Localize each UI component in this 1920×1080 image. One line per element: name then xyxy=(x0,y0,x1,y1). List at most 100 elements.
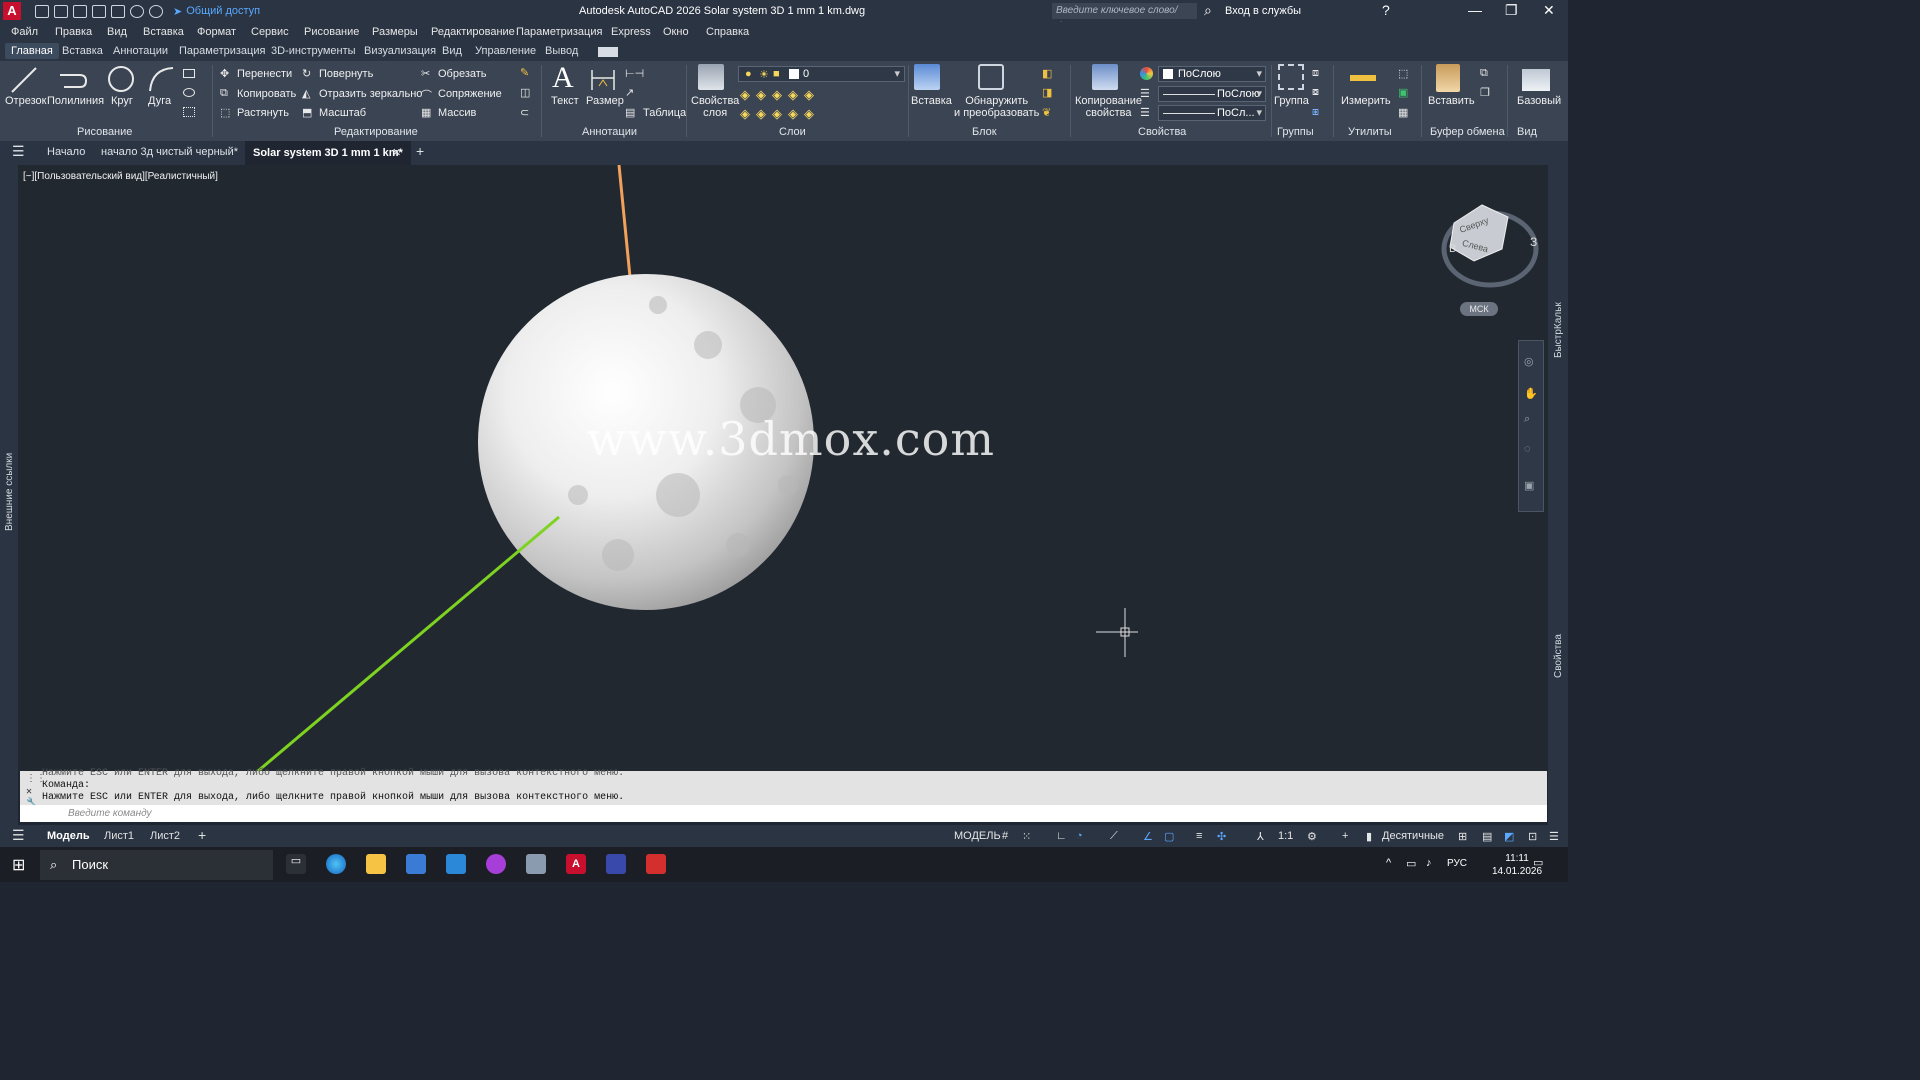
polyline-button-label[interactable]: Полилиния xyxy=(47,95,104,107)
group-select-icon[interactable]: ⧆ xyxy=(1312,106,1319,119)
help-icon[interactable]: ? xyxy=(1382,2,1390,18)
block-panel-label[interactable]: Блок xyxy=(972,126,997,138)
modify-panel-label[interactable]: Редактирование xyxy=(334,126,418,138)
line-button-label[interactable]: Отрезок xyxy=(5,95,46,107)
pdf-app-icon[interactable] xyxy=(646,854,666,874)
hamburger-menu-icon[interactable]: ☰ xyxy=(12,143,25,160)
language-indicator[interactable]: РУС xyxy=(1447,858,1467,869)
utilities-panel-label[interactable]: Утилиты xyxy=(1348,126,1392,138)
minimize-icon[interactable]: — xyxy=(1468,2,1482,18)
sign-in-button[interactable]: Вход в службы xyxy=(1225,5,1301,17)
hatch-icon[interactable] xyxy=(183,107,195,117)
add-layout-icon[interactable]: + xyxy=(198,827,206,843)
match-properties-icon[interactable] xyxy=(1092,64,1118,90)
new-tab-icon[interactable]: + xyxy=(416,143,424,159)
hardware-accel-icon[interactable]: ◩ xyxy=(1504,830,1514,843)
ellipse-icon[interactable] xyxy=(183,88,195,97)
quick-select-icon[interactable]: ▣ xyxy=(1398,86,1408,99)
fillet-button[interactable]: Сопряжение xyxy=(438,88,502,100)
group-button-label[interactable]: Группа xyxy=(1274,95,1309,107)
layer-properties-label[interactable]: Свойства слоя xyxy=(691,95,739,119)
search-icon[interactable]: ⌕ xyxy=(1204,2,1212,19)
clean-screen-icon[interactable]: ⊡ xyxy=(1528,830,1537,843)
annotation-scale-icon[interactable]: ⅄ xyxy=(1257,830,1264,843)
viewcube-east-label[interactable]: В xyxy=(1449,243,1456,255)
tab-drawing-solar-system[interactable]: Solar system 3D 1 mm 1 km* xyxy=(245,141,411,165)
menu-edit[interactable]: Правка xyxy=(55,26,92,38)
grid-icon[interactable]: # xyxy=(1002,830,1008,842)
offset-icon[interactable]: ⊂ xyxy=(520,106,529,119)
share-button[interactable]: ➤ Общий доступ xyxy=(173,5,260,18)
cut-icon[interactable]: ⧉ xyxy=(1480,67,1488,80)
tab-view[interactable]: Вид xyxy=(442,45,462,57)
close-command-icon[interactable]: ✕ xyxy=(26,786,32,798)
notifications-icon[interactable]: ▭ xyxy=(1533,856,1543,869)
menu-insert[interactable]: Вставка xyxy=(143,26,184,38)
tab-parametric[interactable]: Параметризация xyxy=(179,45,265,57)
task-view-icon[interactable]: ▭ xyxy=(286,854,306,874)
taskbar-search[interactable]: ⌕ Поиск xyxy=(40,850,273,880)
open-file-icon[interactable] xyxy=(54,4,68,18)
line-icon[interactable] xyxy=(10,66,38,94)
table-button[interactable]: Таблица xyxy=(643,107,686,119)
external-refs-label[interactable]: Внешние ссылки xyxy=(4,453,15,531)
erase-icon[interactable]: ✎ xyxy=(520,66,529,79)
redo-icon[interactable] xyxy=(149,4,163,18)
command-input[interactable]: Введите команду xyxy=(20,805,1547,822)
arc-button-label[interactable]: Дуга xyxy=(148,95,171,107)
draw-panel-label[interactable]: Рисование xyxy=(77,126,132,138)
measure-icon[interactable] xyxy=(1350,75,1376,81)
tab-insert[interactable]: Вставка xyxy=(62,45,103,57)
tab-annotate[interactable]: Аннотации xyxy=(113,45,168,57)
detect-convert-label[interactable]: Обнаружить и преобразовать xyxy=(954,95,1039,119)
block-attribute-icon[interactable]: ❦ xyxy=(1042,106,1051,119)
ortho-icon[interactable]: ∟ xyxy=(1056,830,1067,842)
tray-chevron-icon[interactable]: ^ xyxy=(1386,857,1391,869)
select-all-icon[interactable]: ⬚ xyxy=(1398,67,1408,80)
file-explorer-icon[interactable] xyxy=(366,854,386,874)
steering-wheel-icon[interactable]: ◎ xyxy=(1524,355,1534,368)
tab-layout1[interactable]: Лист1 xyxy=(104,830,134,842)
network-icon[interactable]: ▭ xyxy=(1406,857,1416,870)
menu-draw[interactable]: Рисование xyxy=(304,26,359,38)
detect-convert-icon[interactable] xyxy=(978,64,1004,90)
save-as-icon[interactable] xyxy=(92,4,106,18)
workspace-switch-icon[interactable] xyxy=(598,47,618,57)
measure-button-label[interactable]: Измерить xyxy=(1341,95,1391,107)
autocad-logo[interactable]: A xyxy=(3,2,21,20)
model-space-button[interactable]: МОДЕЛЬ xyxy=(954,830,1001,842)
explode-icon[interactable]: ◫ xyxy=(520,86,530,99)
tab-home[interactable]: Главная xyxy=(5,43,59,59)
edit-block-icon[interactable]: ◨ xyxy=(1042,86,1052,99)
ungroup-icon[interactable]: ⧈ xyxy=(1312,67,1319,80)
isodraft-icon[interactable]: ⟋ xyxy=(1110,830,1118,843)
layout-menu-icon[interactable]: ☰ xyxy=(12,827,25,844)
match-properties-label[interactable]: Копирование свойства xyxy=(1075,95,1142,119)
volume-icon[interactable]: ♪ xyxy=(1426,857,1432,869)
menu-tools[interactable]: Сервис xyxy=(251,26,289,38)
lock-ui-icon[interactable]: ▤ xyxy=(1482,830,1492,843)
mirror-button[interactable]: Отразить зеркально xyxy=(319,88,422,100)
tab-model[interactable]: Модель xyxy=(47,830,90,842)
workspace-gear-icon[interactable]: ⚙ xyxy=(1307,830,1317,843)
tab-3d-tools[interactable]: 3D-инструменты xyxy=(271,45,356,57)
menu-window[interactable]: Окно xyxy=(663,26,689,38)
notepad-icon[interactable] xyxy=(526,854,546,874)
linear-dim-icon[interactable]: ⊢⊣ xyxy=(625,67,644,80)
windows-start-icon[interactable]: ⊞ xyxy=(12,855,25,875)
tab-output[interactable]: Вывод xyxy=(545,45,578,57)
polyline-icon[interactable] xyxy=(58,69,88,91)
copy-button[interactable]: Копировать xyxy=(237,88,296,100)
save-icon[interactable] xyxy=(73,4,87,18)
outlook-icon[interactable] xyxy=(446,854,466,874)
circle-icon[interactable] xyxy=(107,65,135,93)
annotation-panel-label[interactable]: Аннотации xyxy=(582,126,637,138)
menu-help[interactable]: Справка xyxy=(706,26,749,38)
base-view-label[interactable]: Базовый xyxy=(1517,95,1561,107)
undo-icon[interactable] xyxy=(130,4,144,18)
app-icon[interactable] xyxy=(486,854,506,874)
trim-button[interactable]: Обрезать xyxy=(438,68,487,80)
tab-visualize[interactable]: Визуализация xyxy=(364,45,436,57)
layer-tools-row1-icon[interactable]: ◈◈◈◈◈ xyxy=(740,87,820,103)
lineweight-dropdown[interactable]: ПоСлою ▾ xyxy=(1158,86,1266,102)
